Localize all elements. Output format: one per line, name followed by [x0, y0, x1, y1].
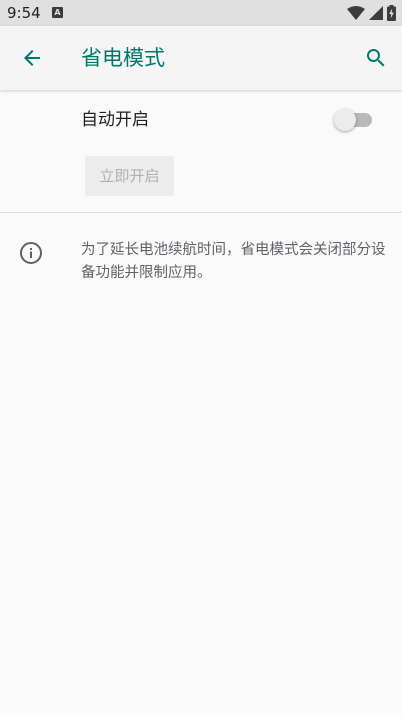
wifi-icon [347, 6, 365, 20]
search-button[interactable] [362, 44, 390, 72]
battery-saver-description: 为了延长电池续航时间，省电模式会关闭部分设备功能并限制应用。 [81, 242, 386, 281]
arrow-left-icon [24, 50, 40, 66]
auto-enable-row[interactable]: 自动开启 [0, 96, 402, 144]
app-bar: 省电模式 [0, 26, 402, 90]
status-time: 9:54 [7, 4, 41, 22]
switch-thumb [334, 109, 356, 131]
turn-on-now-button[interactable]: 立即开启 [85, 156, 174, 196]
status-bar: 9:54 A [0, 0, 402, 26]
status-icons [347, 5, 396, 21]
auto-enable-label: 自动开启 [81, 110, 149, 130]
search-icon [367, 49, 385, 67]
divider [0, 212, 402, 213]
back-button[interactable] [18, 44, 46, 72]
page-title: 省电模式 [81, 46, 165, 70]
auto-enable-switch[interactable] [334, 109, 374, 131]
signal-icon [369, 6, 383, 20]
battery-charging-icon [387, 5, 396, 21]
notification-icon: A [52, 7, 63, 18]
info-icon [20, 242, 42, 264]
